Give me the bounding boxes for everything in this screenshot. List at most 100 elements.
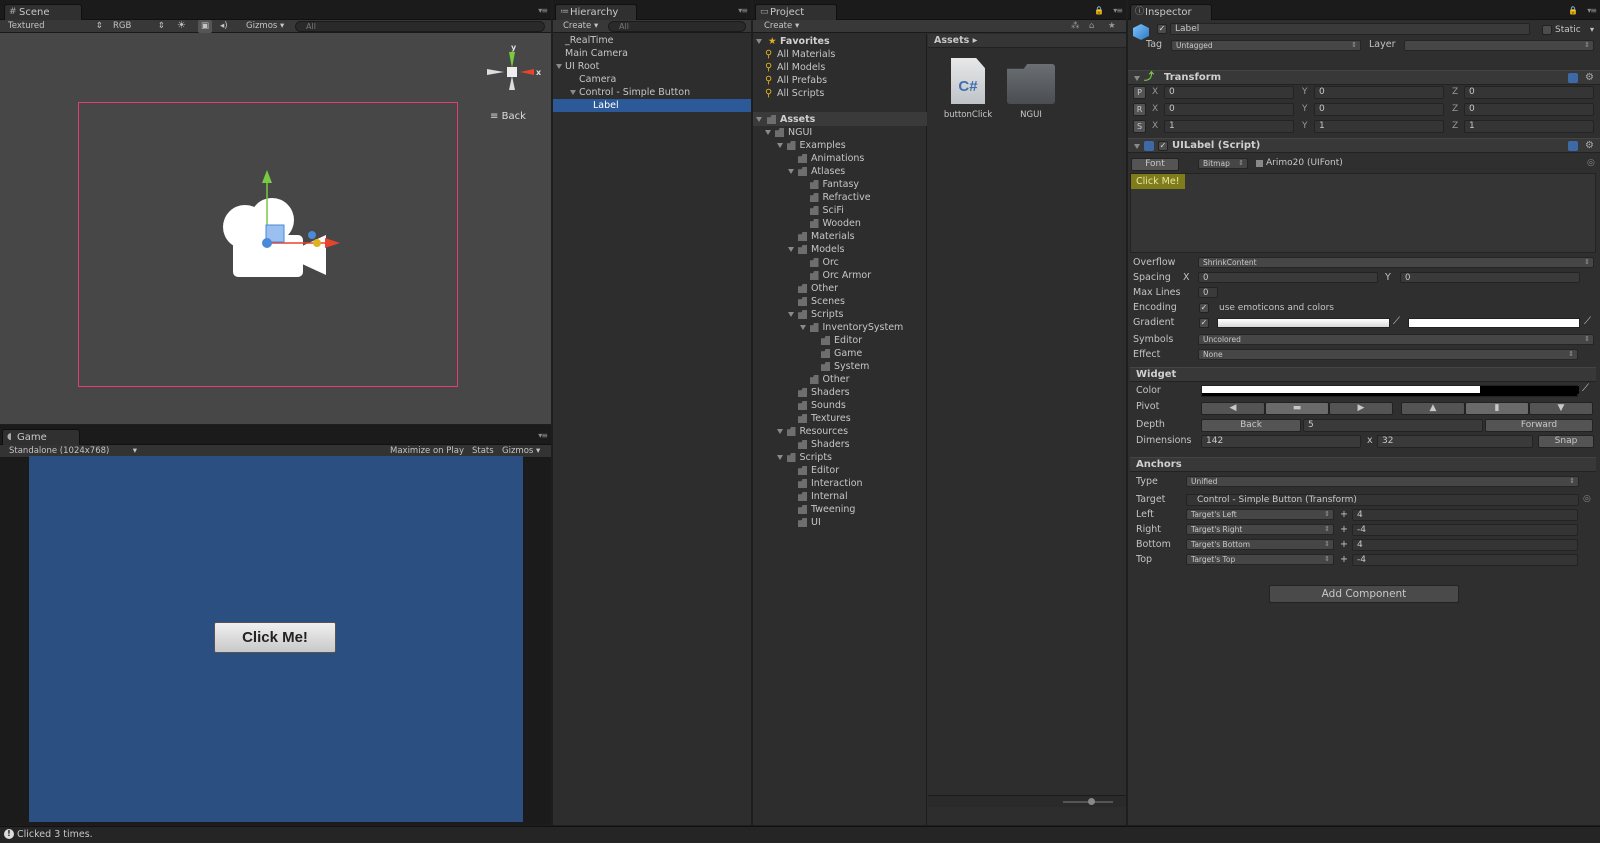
click-me-button[interactable]: Click Me! (214, 622, 336, 653)
panel-menu-icon[interactable]: ▾≡ (738, 6, 748, 15)
assets-header[interactable]: Assets (756, 113, 815, 126)
favorite-star-icon[interactable]: ★ (1108, 20, 1116, 33)
lighting-toggle-icon[interactable]: ☀ (177, 20, 191, 33)
anchor-target-field[interactable]: Control - Simple Button (Transform) (1186, 494, 1579, 506)
snap-button[interactable]: Snap (1538, 435, 1594, 448)
uilabel-header[interactable]: ✓ UILabel (Script) ⚙ (1128, 138, 1600, 153)
favorites-header[interactable]: ★ Favorites (756, 35, 830, 48)
orientation-gizmo-icon[interactable]: y x (484, 40, 546, 102)
project-tree-item[interactable]: Models (753, 243, 927, 256)
scene-search-input[interactable]: All (295, 21, 545, 32)
project-tree-item[interactable]: UI (753, 516, 927, 529)
gear-icon[interactable]: ⚙ (1585, 71, 1594, 85)
panel-menu-icon[interactable]: ▾≡ (538, 431, 548, 440)
project-tree-item[interactable]: SciFi (753, 204, 927, 217)
anchor-offset-field[interactable]: -4 (1352, 554, 1578, 566)
hierarchy-item[interactable]: Control - Simple Button (553, 86, 751, 99)
font-value-field[interactable]: Arimo20 (UIFont) (1254, 158, 1584, 170)
transform-x-field[interactable]: 0 (1164, 103, 1294, 116)
pivot-center-h-button[interactable]: ▬ (1265, 402, 1329, 415)
help-icon[interactable] (1568, 141, 1578, 151)
widget-color-swatch[interactable] (1201, 385, 1579, 397)
project-tree-item[interactable]: Resources (753, 425, 927, 438)
project-tree-item[interactable]: Shaders (753, 438, 927, 451)
expand-arrow-icon[interactable] (788, 169, 794, 174)
project-tree-item[interactable]: Materials (753, 230, 927, 243)
panel-menu-icon[interactable]: ▾≡ (1587, 6, 1597, 15)
shading-dropdown[interactable]: Textured ⇕ (8, 20, 103, 33)
gradient-top-color[interactable] (1217, 318, 1390, 328)
anchor-mode-dropdown[interactable]: Target's Bottom (1186, 539, 1334, 550)
layer-dropdown[interactable] (1404, 40, 1594, 51)
height-field[interactable]: 32 (1377, 435, 1533, 448)
render-mode-dropdown[interactable]: RGB ⇕ (113, 20, 165, 33)
transform-z-field[interactable]: 0 (1464, 103, 1594, 116)
overflow-dropdown[interactable]: ShrinkContent (1198, 257, 1594, 268)
transform-y-field[interactable]: 0 (1314, 103, 1444, 116)
eyedropper-icon[interactable]: ⟋ (1393, 316, 1400, 327)
hierarchy-item[interactable]: _RealTime (553, 34, 751, 47)
hierarchy-item[interactable]: Main Camera (553, 47, 751, 60)
project-tree-item[interactable]: Orc (753, 256, 927, 269)
width-field[interactable]: 142 (1201, 435, 1361, 448)
eyedropper-icon[interactable]: ⟋ (1582, 383, 1589, 394)
project-tree-item[interactable]: NGUI (753, 126, 927, 139)
pivot-top-button[interactable]: ▲ (1401, 402, 1465, 415)
label-text-area[interactable]: Click Me! (1130, 173, 1596, 253)
project-tree-item[interactable]: System (753, 360, 927, 373)
project-tree-item[interactable]: Interaction (753, 477, 927, 490)
hierarchy-item[interactable]: UI Root (553, 60, 751, 73)
expand-arrow-icon[interactable] (799, 325, 806, 330)
anchor-type-dropdown[interactable]: Unified (1186, 476, 1579, 487)
image-toggle-icon[interactable]: ▣ (198, 20, 212, 33)
expand-arrow-icon[interactable] (788, 247, 794, 252)
anchor-mode-dropdown[interactable]: Target's Right (1186, 524, 1334, 535)
expand-arrow-icon[interactable] (776, 455, 783, 460)
pivot-left-button[interactable]: ◀ (1201, 402, 1265, 415)
uilabel-enabled-checkbox[interactable]: ✓ (1158, 141, 1168, 151)
filter-type-icon[interactable]: ⁂ (1071, 20, 1080, 33)
max-lines-field[interactable]: 0 (1198, 287, 1218, 298)
depth-field[interactable]: 5 (1303, 419, 1483, 432)
anchors-header[interactable]: Anchors (1130, 457, 1596, 472)
transform-z-field[interactable]: 0 (1464, 86, 1594, 99)
tag-dropdown[interactable]: Untagged (1171, 40, 1361, 51)
expand-arrow-icon[interactable] (556, 64, 562, 69)
transform-y-field[interactable]: 0 (1314, 86, 1444, 99)
anchor-offset-field[interactable]: -4 (1352, 524, 1578, 536)
gradient-checkbox[interactable]: ✓ (1199, 318, 1209, 328)
project-tree-item[interactable]: Orc Armor (753, 269, 927, 282)
project-tree-item[interactable]: Internal (753, 490, 927, 503)
gear-icon[interactable]: ⚙ (1585, 139, 1594, 153)
project-tree-item[interactable]: InventorySystem (753, 321, 927, 334)
project-tree-item[interactable]: Atlases (753, 165, 927, 178)
project-tree-item[interactable]: Editor (753, 334, 927, 347)
expand-arrow-icon[interactable] (776, 143, 783, 148)
encoding-checkbox[interactable]: ✓ (1199, 303, 1209, 313)
view-label[interactable]: ≡ Back (490, 111, 526, 122)
pivot-center-v-button[interactable]: ▮ (1465, 402, 1529, 415)
static-checkbox[interactable] (1542, 25, 1552, 35)
expand-arrow-icon[interactable] (788, 312, 794, 317)
favorite-item[interactable]: ⚲ All Scripts (765, 87, 824, 100)
project-tree-item[interactable]: Fantasy (753, 178, 927, 191)
project-tree-item[interactable]: Scenes (753, 295, 927, 308)
lock-icon[interactable]: 🔒 (1568, 6, 1578, 15)
tab-inspector[interactable]: ⓘ Inspector (1130, 4, 1212, 20)
project-tree-item[interactable]: Shaders (753, 386, 927, 399)
project-tree-item[interactable]: Scripts (753, 308, 927, 321)
project-tree-item[interactable]: Game (753, 347, 927, 360)
pivot-bottom-button[interactable]: ▼ (1529, 402, 1593, 415)
audio-toggle-icon[interactable]: ◂) (220, 20, 234, 33)
panel-menu-icon[interactable]: ▾≡ (538, 6, 548, 15)
project-tree-item[interactable]: Animations (753, 152, 927, 165)
project-tree-item[interactable]: Other (753, 282, 927, 295)
camera-gizmo-icon[interactable] (200, 165, 350, 295)
asset-item-buttonclick[interactable]: C# buttonClick (940, 58, 996, 128)
object-name-field[interactable]: Label (1170, 23, 1530, 35)
transform-reset-button[interactable]: R (1133, 103, 1146, 116)
anchor-offset-field[interactable]: 4 (1352, 539, 1578, 551)
favorite-item[interactable]: ⚲ All Materials (765, 48, 835, 61)
project-tree-item[interactable]: Textures (753, 412, 927, 425)
lock-icon[interactable]: 🔒 (1094, 6, 1104, 15)
